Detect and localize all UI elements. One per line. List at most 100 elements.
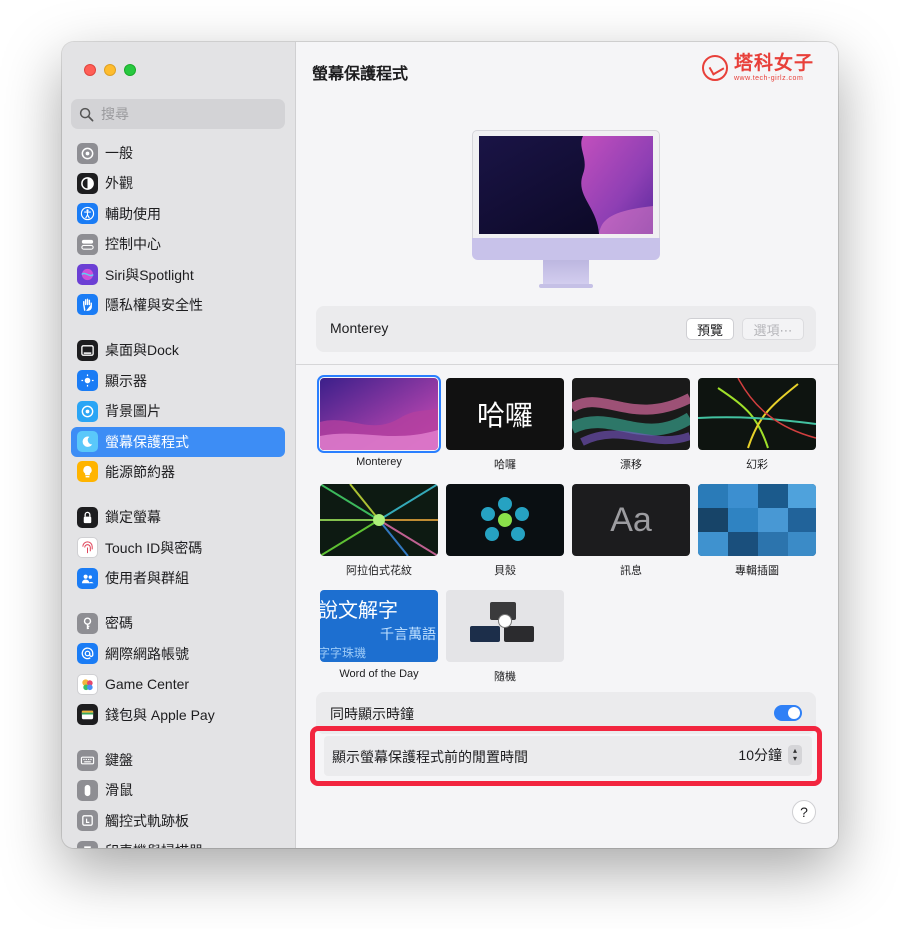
at-icon [77,643,98,665]
control-center-icon [77,233,98,255]
sidebar-item-wallet[interactable]: 錢包與 Apple Pay [71,700,285,730]
help-button[interactable]: ? [792,800,816,824]
options-button[interactable]: 選項⋯ [742,318,804,340]
hello-thumb-text: 哈囉 [476,399,533,432]
sidebar-group-separator [71,593,285,608]
sidebar-item-label: 顯示器 [105,372,147,389]
screensaver-arabesque[interactable]: 阿拉伯式花紋 [320,484,438,578]
sidebar-item-hand[interactable]: 隱私權與安全性 [71,290,285,320]
wallet-icon [77,704,98,726]
sidebar-item-label: 一般 [105,145,133,161]
sidebar-item-display[interactable]: 顯示器 [71,366,285,396]
thumb-image [572,378,690,450]
screensaver-hello[interactable]: 哈囉 哈囉 [446,378,564,472]
sidebar-item-accessibility[interactable]: 輔助使用 [71,199,285,229]
main-pane: 螢幕保護程式 塔科女子 www.tech-girlz.com Monterey … [296,42,838,848]
wotd-thumb-line3: 字字珠璣 [320,646,367,660]
sidebar-item-label: 密碼 [105,615,133,632]
sidebar-item-printer[interactable]: 印表機與掃描器 [71,836,285,848]
search-input[interactable] [101,106,271,122]
zoom-window-button[interactable] [124,64,136,76]
screensaver-preview [296,102,838,292]
sidebar-item-label: 滑鼠 [105,782,133,799]
sidebar-item-label: 輔助使用 [105,205,161,222]
screensaver-icon [77,431,98,453]
sidebar-item-siri[interactable]: Siri與Spotlight [71,260,285,290]
screensaver-message[interactable]: Aa 訊息 [572,484,690,578]
sidebar-item-label: 網際網路帳號 [105,645,189,662]
thumb-image [446,590,564,662]
thumb-image [446,484,564,556]
sidebar-item-gear[interactable]: 一般 [71,138,285,168]
mouse-icon [77,779,98,801]
screensaver-shell[interactable]: 貝殼 [446,484,564,578]
sidebar-group-separator [71,730,285,745]
thumb-label: 哈囉 [494,459,516,471]
sidebar-item-key[interactable]: 密碼 [71,608,285,638]
screensaver-monterey[interactable]: Monterey [317,375,441,468]
sidebar-item-appearance[interactable]: 外觀 [71,168,285,198]
close-window-button[interactable] [84,64,96,76]
current-screensaver-name: Monterey [330,320,389,336]
screensaver-flurry[interactable]: 幻彩 [698,378,816,472]
sidebar-search[interactable] [71,99,285,129]
sidebar-item-dock[interactable]: 桌面與Dock [71,335,285,365]
sidebar-item-lightbulb[interactable]: 能源節約器 [71,457,285,487]
settings-window: 一般外觀輔助使用控制中心 Siri與Spotlight 隱私權與安全性桌面與Dock… [62,42,838,848]
sidebar-item-fingerprint[interactable]: Touch ID與密碼 [71,533,285,563]
siri-icon [77,264,98,286]
wallpaper-icon [77,400,98,422]
lightbulb-icon [77,461,98,483]
annotation-highlight-box [310,726,822,786]
imac-stand [543,260,589,286]
search-icon [79,107,94,121]
show-clock-label: 同時顯示時鐘 [330,706,414,722]
sidebar-item-users[interactable]: 使用者與群組 [71,563,285,593]
show-clock-toggle[interactable] [774,705,802,721]
users-icon [77,567,98,589]
wotd-thumb-word: 說文解字 [320,598,398,622]
thumb-image: Aa [572,484,690,556]
minimize-window-button[interactable] [104,64,116,76]
thumb-label: 幻彩 [746,459,768,471]
display-icon [77,370,98,392]
sidebar-item-lock[interactable]: 鎖定螢幕 [71,502,285,532]
monterey-wallpaper-preview [479,136,653,234]
sidebar-item-wallpaper[interactable]: 背景圖片 [71,396,285,426]
sidebar-item-label: 桌面與Dock [105,342,179,359]
sidebar-item-at[interactable]: 網際網路帳號 [71,639,285,669]
sidebar-item-trackpad[interactable]: 觸控式軌跡板 [71,806,285,836]
sidebar-item-label: 外觀 [105,175,133,192]
sidebar-item-label: Game Center [105,676,190,693]
sidebar-item-label: 鍵盤 [105,752,133,769]
thumb-image: 哈囉 [446,378,564,450]
screensaver-random[interactable]: 隨機 [446,590,564,684]
sidebar-item-label: 錢包與 Apple Pay [105,706,215,723]
thumb-label: 專輯插圖 [735,565,779,577]
key-icon [77,612,98,634]
fingerprint-icon [77,537,98,559]
sidebar-item-mouse[interactable]: 滑鼠 [71,775,285,805]
thumb-image [320,484,438,556]
screensaver-album-artwork[interactable]: 專輯插圖 [698,484,816,578]
thumb-image [698,484,816,556]
sidebar-item-screensaver[interactable]: 螢幕保護程式 [71,426,285,457]
screensaver-word-of-the-day[interactable]: 說文解字 千言萬語 字字珠璣 Word of the Day [320,590,438,680]
screensaver-drift[interactable]: 漂移 [572,378,690,472]
sidebar-item-keyboard[interactable]: 鍵盤 [71,745,285,775]
keyboard-icon [77,749,98,771]
gear-icon [77,142,98,164]
sidebar-item-label: 隱私權與安全性 [105,296,203,313]
sidebar-item-control-center[interactable]: 控制中心 [71,229,285,259]
sidebar-item-game-center[interactable]: Game Center [71,669,285,699]
preview-display [479,136,653,234]
trackpad-icon [77,810,98,832]
current-screensaver-bar: Monterey 預覽 選項⋯ [316,306,816,352]
thumb-label: Monterey [356,456,402,468]
thumb-image [317,375,441,453]
logo-url: www.tech-girlz.com [733,75,804,82]
preview-button[interactable]: 預覽 [686,318,734,340]
sidebar-item-label: 控制中心 [105,236,161,253]
printer-icon [77,840,98,848]
thumb-label: 訊息 [620,565,642,577]
